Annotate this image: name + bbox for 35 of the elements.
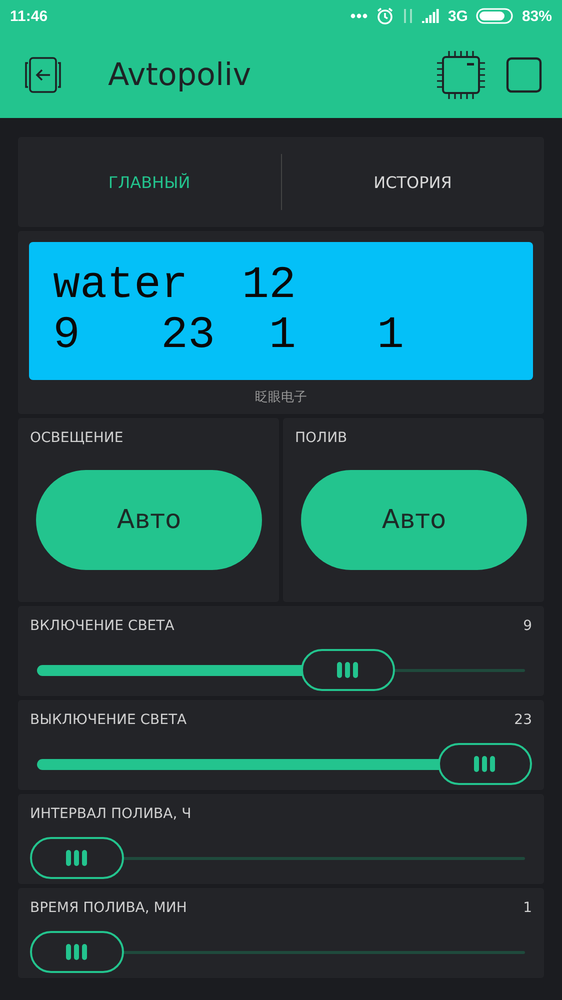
mode-button[interactable]: Авто	[301, 470, 527, 570]
tab[interactable]: ГЛАВНЫЙ	[18, 172, 280, 192]
slider-value: 9	[523, 618, 532, 636]
network-type: 3G	[448, 8, 468, 24]
slider-label: ВЫКЛЮЧЕНИЕ СВЕТА	[30, 712, 187, 730]
status-time: 11:46	[10, 8, 48, 24]
alarm-icon	[376, 7, 394, 25]
slider-label: ВКЛЮЧЕНИЕ СВЕТА	[30, 618, 174, 636]
chip-icon[interactable]	[436, 50, 486, 100]
grip-icon	[66, 850, 88, 866]
more-icon	[350, 13, 368, 19]
tab[interactable]: ИСТОРИЯ	[282, 172, 544, 192]
slider-thumb[interactable]	[438, 743, 532, 785]
widget-label: ПОЛИВ	[295, 430, 348, 446]
grip-icon	[474, 756, 496, 772]
mode-button[interactable]: Авто	[36, 470, 262, 570]
widget-label: ОСВЕЩЕНИЕ	[30, 430, 124, 446]
exit-icon[interactable]	[24, 57, 62, 93]
slider-label: ИНТЕРВАЛ ПОЛИВА, Ч	[30, 806, 192, 824]
signal-icon	[422, 9, 440, 23]
slider-value: 23	[514, 712, 532, 730]
stop-icon[interactable]	[506, 57, 542, 93]
grip-icon	[337, 662, 360, 678]
lcd-caption: 眨眼电子	[255, 389, 307, 406]
slider-thumb[interactable]	[301, 649, 396, 691]
slider-value: 1	[523, 900, 532, 918]
slider-thumb[interactable]	[30, 931, 124, 973]
lcd-line: 9 23 1 1	[53, 311, 406, 361]
battery-percent: 83%	[522, 8, 552, 24]
grip-icon	[66, 944, 88, 960]
slider-thumb[interactable]	[30, 837, 124, 879]
battery-icon	[476, 8, 514, 24]
app-title: Avtopoliv	[108, 57, 252, 93]
slider-label: ВРЕМЯ ПОЛИВА, МИН	[30, 900, 187, 918]
lcd-line: water 12	[53, 261, 298, 311]
